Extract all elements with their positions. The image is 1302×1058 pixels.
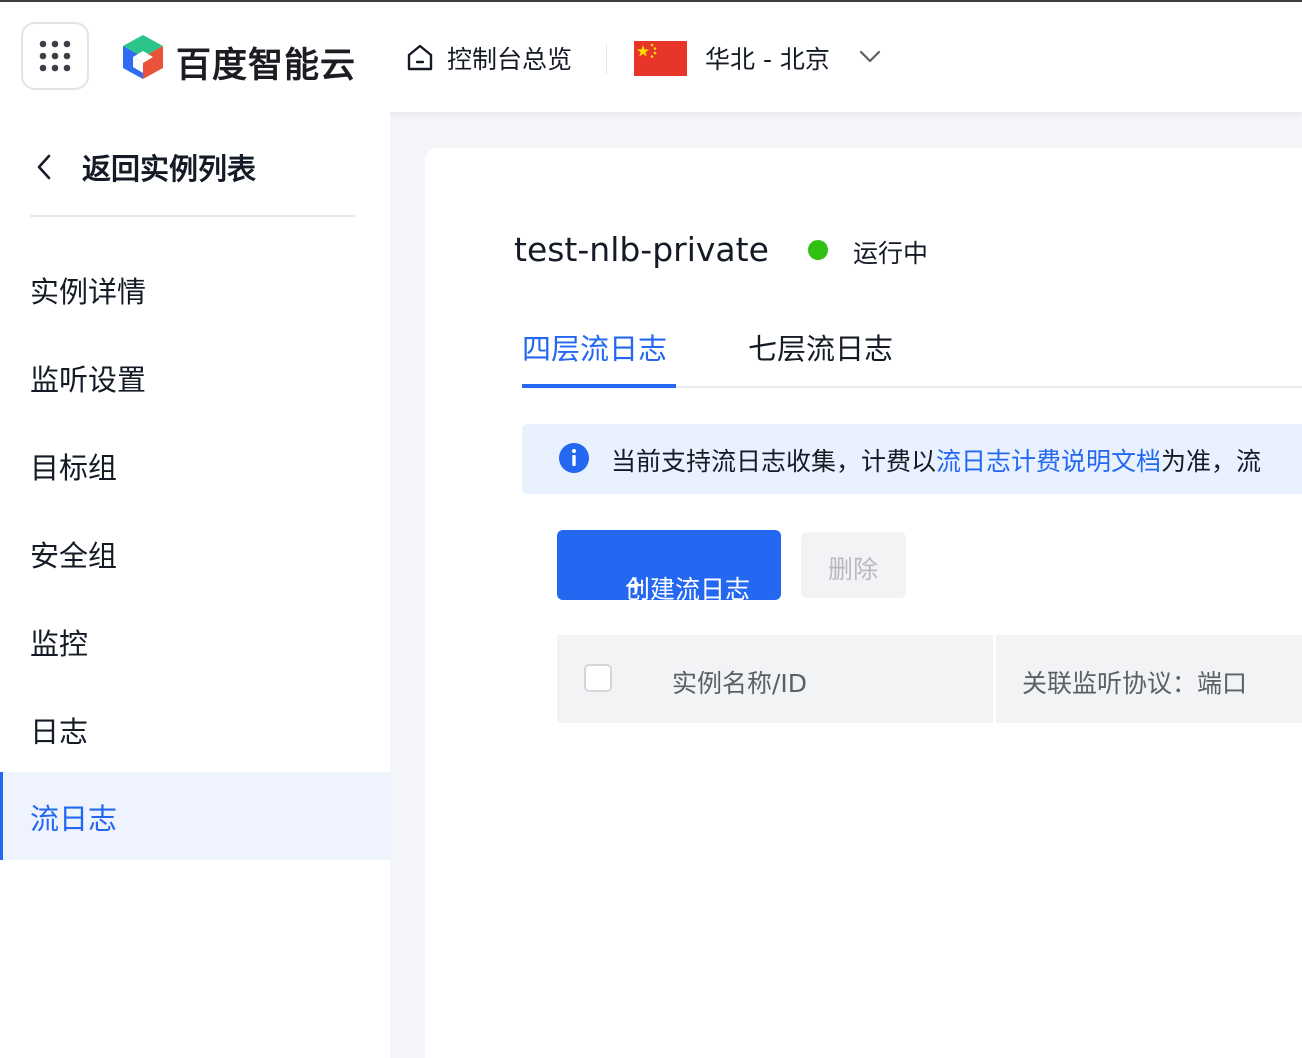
info-notice: 当前支持流日志收集，计费以流日志计费说明文档为准，流: [522, 424, 1302, 494]
header-divider: [606, 44, 607, 74]
instance-name: test-nlb-private: [514, 230, 769, 269]
back-label: 返回实例列表: [82, 152, 257, 186]
billing-doc-link[interactable]: 流日志计费说明文档: [936, 447, 1161, 476]
status-dot-icon: [808, 240, 828, 260]
column-header-instance-name: 实例名称/ID: [672, 669, 808, 698]
status-badge: 运行中: [853, 239, 929, 268]
create-flow-log-button[interactable]: + 创建流日志: [557, 530, 781, 604]
sidebar-item-monitoring[interactable]: 监控: [0, 597, 390, 685]
column-header-listener-protocol: 关联监听协议：端口: [1022, 669, 1248, 698]
sidebar-item-logs[interactable]: 日志: [0, 685, 390, 773]
sidebar-divider: [30, 215, 355, 217]
console-overview-link[interactable]: 控制台总览: [447, 40, 572, 76]
sidebar-item-flow-logs[interactable]: 流日志: [0, 772, 390, 860]
table-header: 实例名称/ID 关联监听协议：端口: [557, 635, 1302, 723]
chevron-down-icon[interactable]: [859, 49, 881, 68]
tab-layer7-flow-logs[interactable]: 七层流日志: [748, 326, 893, 368]
sidebar-item-listener-settings[interactable]: 监听设置: [0, 333, 390, 421]
sidebar-item-target-group[interactable]: 目标组: [0, 421, 390, 509]
notice-prefix: 当前支持流日志收集，计费以: [611, 447, 937, 476]
china-flag-icon: [634, 41, 687, 76]
notice-suffix: 为准，流: [1161, 447, 1262, 476]
tab-bar: 四层流日志 七层流日志: [522, 308, 1302, 388]
delete-button[interactable]: 删除: [801, 532, 906, 598]
column-divider[interactable]: [993, 635, 996, 723]
delete-label: 删除: [828, 555, 879, 584]
product-menu-button[interactable]: [21, 22, 89, 90]
notice-text: 当前支持流日志收集，计费以流日志计费说明文档为准，流: [611, 442, 1261, 478]
create-label: 创建流日志: [625, 575, 751, 604]
sidebar-item-label: 流日志: [30, 802, 118, 836]
sidebar-item-security-group[interactable]: 安全组: [0, 509, 390, 597]
sidebar-item-instance-details[interactable]: 实例详情: [0, 245, 390, 333]
top-navbar: 百度智能云 控制台总览 华北 - 北京: [0, 2, 1302, 112]
tab-layer4-flow-logs[interactable]: 四层流日志: [522, 326, 667, 368]
sidebar-item-label: 目标组: [30, 451, 118, 485]
sidebar-item-label: 监控: [30, 627, 89, 661]
select-all-checkbox[interactable]: [584, 664, 612, 692]
content-panel: test-nlb-private 运行中 四层流日志 七层流日志 当前支持流日志…: [425, 148, 1302, 1058]
sidebar-item-label: 监听设置: [30, 363, 147, 397]
region-selector[interactable]: 华北 - 北京: [705, 40, 830, 76]
back-to-instance-list[interactable]: 返回实例列表: [30, 142, 360, 192]
sidebar-item-label: 实例详情: [30, 275, 147, 309]
home-icon[interactable]: [405, 42, 435, 76]
sidebar: 返回实例列表 实例详情 监听设置 目标组 安全组 监控 日志 流日志: [0, 112, 390, 1058]
sidebar-item-label: 日志: [30, 715, 89, 749]
active-tab-indicator: [522, 384, 676, 388]
sidebar-item-label: 安全组: [30, 539, 118, 573]
brand-name: 百度智能云: [176, 46, 357, 86]
